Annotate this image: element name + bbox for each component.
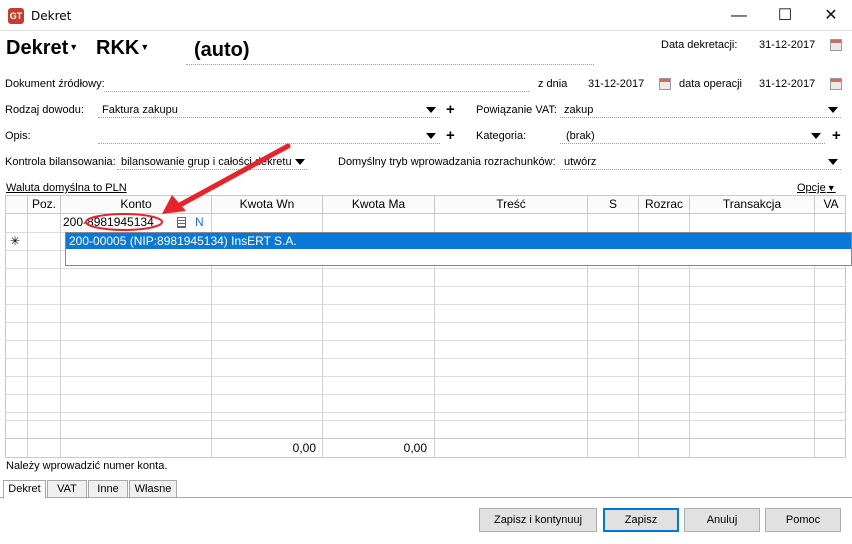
status-message: Należy wprowadzić numer konta. [6,460,168,472]
help-button[interactable]: Pomoc [765,508,841,532]
tab-dekret[interactable]: Dekret [3,480,46,499]
cancel-button[interactable]: Anuluj [684,508,760,532]
highlight-ellipse [85,213,163,231]
save-button[interactable]: Zapisz [603,508,679,532]
save-and-continue-button[interactable]: Zapisz i kontynuuj [479,508,597,532]
pointer-arrow-shaft [175,143,291,209]
tab-vat[interactable]: VAT [47,480,87,498]
tab-wlasne[interactable]: Własne [129,480,177,498]
tab-inne[interactable]: Inne [88,480,128,498]
